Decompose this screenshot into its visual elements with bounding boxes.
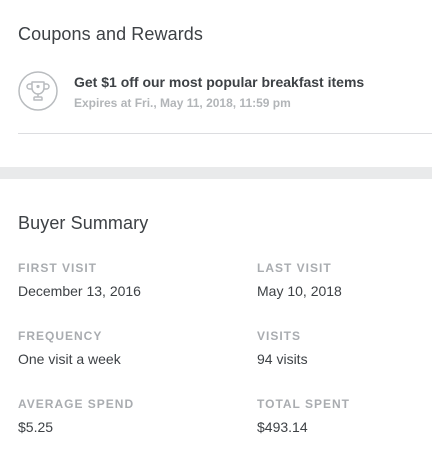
- customer-detail-page: Coupons and Rewards Get $1 off our most …: [0, 0, 432, 455]
- divider: [18, 133, 432, 134]
- coupon-expiry: Expires at Fri., May 11, 2018, 11:59 pm: [74, 96, 291, 110]
- frequency-value: One visit a week: [18, 351, 121, 367]
- total-spent-label: TOTAL SPENT: [257, 397, 351, 411]
- average-spend-label: AVERAGE SPEND: [18, 397, 135, 411]
- frequency-label: FREQUENCY: [18, 329, 103, 343]
- first-visit-value: December 13, 2016: [18, 283, 141, 299]
- coupon-title: Get $1 off our most popular breakfast it…: [74, 74, 365, 90]
- last-visit-value: May 10, 2018: [257, 283, 342, 299]
- last-visit-label: LAST VISIT: [257, 261, 332, 275]
- coupons-section-title: Coupons and Rewards: [18, 24, 204, 44]
- section-separator: [0, 167, 432, 179]
- average-spend-value: $5.25: [18, 419, 54, 435]
- total-spent-value: $493.14: [257, 419, 308, 435]
- first-visit-label: FIRST VISIT: [18, 261, 98, 275]
- visits-value: 94 visits: [257, 351, 308, 367]
- visits-label: VISITS: [257, 329, 302, 343]
- trophy-icon: [18, 71, 58, 111]
- buyer-summary-title: Buyer Summary: [18, 213, 149, 233]
- coupon-item[interactable]: Get $1 off our most popular breakfast it…: [18, 71, 432, 115]
